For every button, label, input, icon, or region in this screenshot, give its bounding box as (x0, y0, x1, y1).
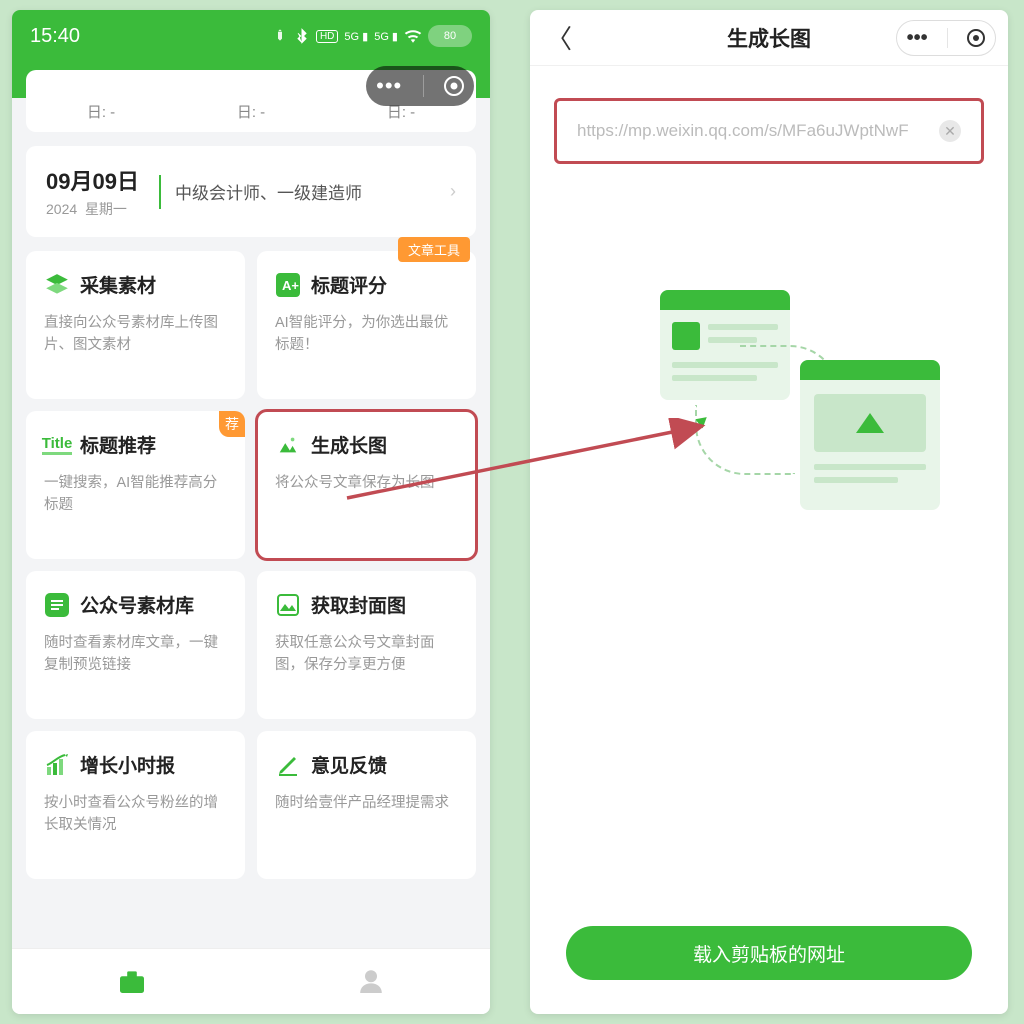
phone-left: 15:40 HD 5G ▮ 5G ▮ 80 ••• 日: - 日: - 日: -… (12, 10, 490, 1014)
image-icon (275, 592, 301, 618)
cell-cover-image[interactable]: 获取封面图 获取任意公众号文章封面图，保存分享更方便 (257, 571, 476, 719)
status-icons: HD 5G ▮ 5G ▮ 80 (272, 25, 472, 47)
cell-material-lib[interactable]: 公众号素材库 随时查看素材库文章，一键复制预览链接 (26, 571, 245, 719)
bluetooth-icon (294, 28, 310, 44)
toolbox-icon (117, 969, 147, 993)
menu-dots-icon[interactable]: ••• (376, 73, 402, 99)
mountain-icon (275, 432, 301, 458)
url-input[interactable]: https://mp.weixin.qq.com/s/MFa6uJWptNwF … (563, 107, 975, 155)
bottom-nav (12, 948, 490, 1014)
date-sub: 2024 星期一 (46, 199, 139, 219)
url-input-highlight: https://mp.weixin.qq.com/s/MFa6uJWptNwF … (554, 98, 984, 164)
url-placeholder: https://mp.weixin.qq.com/s/MFa6uJWptNwF (577, 121, 909, 141)
miniapp-capsule[interactable]: ••• (896, 20, 996, 56)
signal-5g-1: 5G ▮ (344, 30, 368, 43)
strip-item: 日: - (237, 101, 265, 122)
chart-icon (44, 752, 70, 778)
signal-5g-2: 5G ▮ (374, 30, 398, 43)
clock: 15:40 (30, 25, 80, 48)
back-icon[interactable]: 〈 (546, 19, 572, 56)
cell-growth-report[interactable]: 增长小时报 按小时查看公众号粉丝的增长取关情况 (26, 731, 245, 879)
list-icon (44, 592, 70, 618)
section-tag: 文章工具 (398, 237, 470, 262)
hd-icon: HD (316, 30, 338, 43)
battery-icon: 80 (428, 25, 472, 47)
page-header: 〈 生成长图 ••• (530, 10, 1008, 66)
status-bar: 15:40 HD 5G ▮ 5G ▮ 80 (12, 10, 490, 62)
nav-profile[interactable] (356, 969, 386, 995)
hot-badge: 荐 (219, 411, 245, 437)
chevron-right-icon: › (450, 181, 456, 202)
wifi-icon (404, 29, 422, 43)
strip-item: 日: - (87, 101, 115, 122)
close-target-icon[interactable] (967, 29, 985, 47)
tools-grid: 文章工具 采集素材 直接向公众号素材库上传图片、图文素材 A+ 标题评分 AI智… (26, 251, 476, 879)
stack-icon (44, 272, 70, 298)
cell-title-recommend[interactable]: 荐 Title 标题推荐 一键搜索，AI智能推荐高分标题 (26, 411, 245, 559)
cell-collect[interactable]: 采集素材 直接向公众号素材库上传图片、图文素材 (26, 251, 245, 399)
person-icon (356, 969, 386, 993)
illustration (640, 290, 940, 530)
load-clipboard-button[interactable]: 载入剪贴板的网址 (566, 926, 972, 980)
grade-icon: A+ (275, 272, 301, 298)
cell-title-score[interactable]: A+ 标题评分 AI智能评分，为你选出最优标题！ (257, 251, 476, 399)
menu-dots-icon[interactable]: ••• (907, 27, 928, 50)
clear-icon[interactable]: ✕ (939, 120, 961, 142)
svg-text:A+: A+ (282, 278, 299, 293)
phone-right: 〈 生成长图 ••• https://mp.weixin.qq.com/s/MF… (530, 10, 1008, 1014)
miniapp-capsule[interactable]: ••• (366, 66, 474, 106)
page-title: 生成长图 (727, 23, 811, 53)
illus-card-image (800, 360, 940, 510)
cell-long-image[interactable]: 生成长图 将公众号文章保存为长图 (257, 411, 476, 559)
date-main: 09月09日 (46, 164, 139, 196)
title-icon: Title (44, 432, 70, 458)
cell-feedback[interactable]: 意见反馈 随时给壹伴产品经理提需求 (257, 731, 476, 879)
close-target-icon[interactable] (444, 76, 464, 96)
date-info: 中级会计师、一级建造师 (175, 179, 450, 204)
mute-icon (272, 28, 288, 44)
nav-tools[interactable] (117, 969, 147, 995)
date-card[interactable]: 09月09日 2024 星期一 中级会计师、一级建造师 › (26, 146, 476, 237)
pencil-icon (275, 752, 301, 778)
